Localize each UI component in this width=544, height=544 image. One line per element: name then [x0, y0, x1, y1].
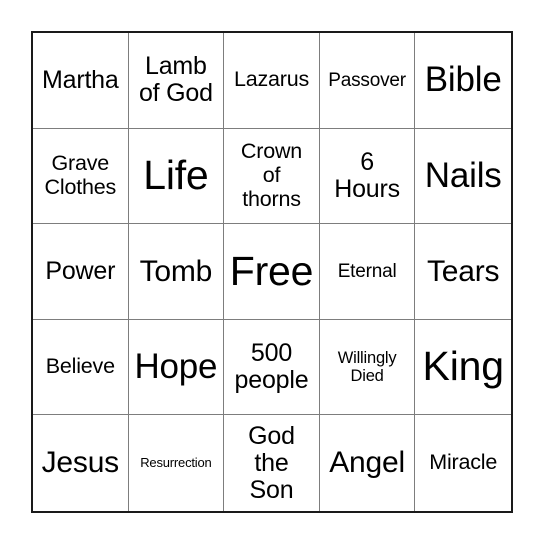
bingo-cell-r4c5[interactable]: King — [415, 320, 511, 416]
bingo-cell-r2c4[interactable]: 6 Hours — [319, 128, 416, 225]
bingo-cell-label: God the Son — [248, 421, 295, 504]
bingo-cell-label: Nails — [424, 155, 502, 195]
bingo-cell-label: 500 people — [234, 339, 309, 395]
bingo-cell-label: Resurrection — [140, 455, 212, 471]
bingo-cell-r2c2[interactable]: Life — [128, 128, 225, 225]
bingo-cell-r5c4[interactable]: Angel — [320, 415, 416, 511]
bingo-cell-r1c1[interactable]: Martha — [33, 33, 129, 129]
bingo-cell-r1c4[interactable]: Passover — [319, 33, 416, 129]
bingo-grid: Martha Lamb of God Lazarus Passover Bible Grav… — [33, 33, 511, 511]
bingo-cell-r1c5[interactable]: Bible — [415, 33, 511, 129]
bingo-cell-r2c5[interactable]: Nails — [415, 129, 511, 225]
bingo-cell-label: Angel — [329, 446, 405, 480]
bingo-cell-label: Eternal — [337, 260, 397, 282]
bingo-cell-r5c3[interactable]: God the Son — [224, 415, 320, 511]
bingo-cell-label: Passover — [328, 69, 406, 91]
bingo-cell-label: Bible — [424, 60, 502, 100]
bingo-cell-label: Jesus — [41, 446, 120, 480]
bingo-cell-r5c1[interactable]: Jesus — [33, 415, 129, 511]
bingo-cell-r1c3[interactable]: Lazarus — [224, 33, 320, 129]
bingo-cell-label: Tomb — [139, 254, 213, 288]
bingo-cell-r4c3[interactable]: 500 people — [224, 319, 320, 416]
bingo-cell-label: Life — [143, 151, 209, 198]
bingo-cell-label: Lazarus — [233, 67, 310, 92]
bingo-cell-label: Crown of thorns — [240, 139, 303, 211]
bingo-cell-label: Hope — [134, 346, 218, 386]
bingo-cell-r2c3[interactable]: Crown of thorns — [224, 128, 320, 225]
bingo-cell-r1c2[interactable]: Lamb of God — [128, 33, 225, 129]
bingo-cell-r3c3[interactable]: Free — [224, 224, 320, 320]
bingo-cell-r3c4[interactable]: Eternal — [319, 224, 416, 320]
bingo-cell-label: Believe — [45, 354, 115, 379]
bingo-cell-r4c4[interactable]: Willingly Died — [319, 319, 416, 416]
bingo-cell-r5c2[interactable]: Resurrection — [129, 415, 225, 511]
bingo-cell-r2c1[interactable]: Grave Clothes — [33, 128, 129, 225]
bingo-card: Martha Lamb of God Lazarus Passover Bible Grav… — [31, 31, 513, 513]
bingo-cell-r3c1[interactable]: Power — [33, 224, 129, 320]
bingo-cell-r3c2[interactable]: Tomb — [128, 224, 225, 320]
bingo-cell-label: Martha — [41, 65, 119, 94]
bingo-cell-r4c1[interactable]: Believe — [33, 319, 129, 416]
bingo-cell-r3c5[interactable]: Tears — [415, 224, 511, 320]
bingo-cell-label: King — [422, 343, 504, 390]
bingo-cell-label: Lamb of God — [138, 52, 213, 108]
bingo-cell-label: Miracle — [429, 450, 498, 475]
bingo-cell-r4c2[interactable]: Hope — [128, 319, 225, 416]
bingo-cell-label: Grave Clothes — [44, 151, 117, 199]
bingo-cell-label: 6 Hours — [334, 147, 400, 203]
bingo-cell-label: Willingly Died — [337, 348, 397, 386]
bingo-cell-label: Power — [45, 256, 116, 285]
bingo-cell-label: Free — [229, 247, 314, 294]
bingo-cell-r5c5[interactable]: Miracle — [415, 415, 511, 511]
bingo-cell-label: Tears — [427, 254, 500, 288]
